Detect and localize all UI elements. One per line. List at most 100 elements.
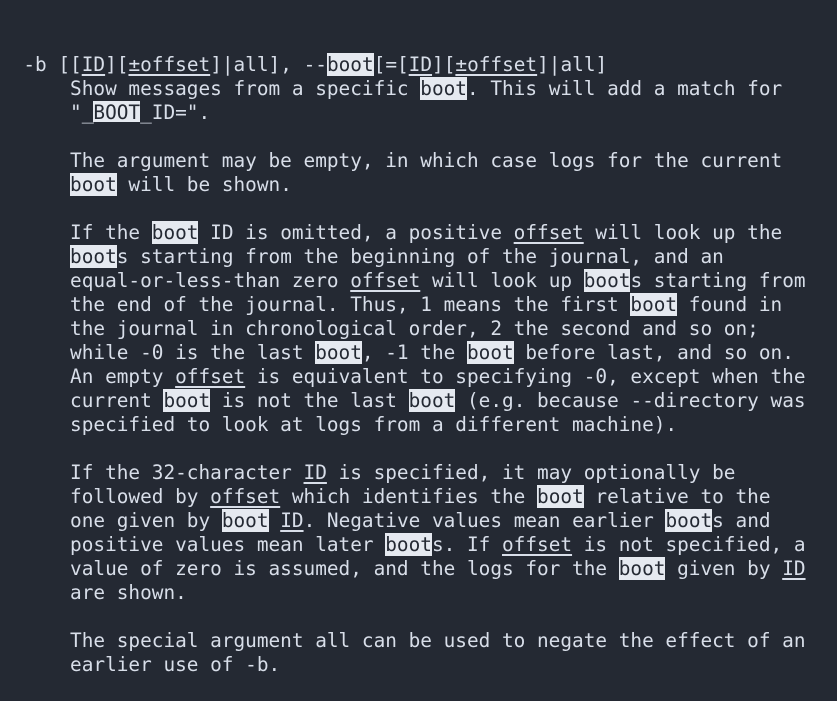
search-match: boot <box>70 245 117 268</box>
search-match: BOOT <box>93 101 141 124</box>
text-line <box>0 125 837 149</box>
text-segment: before last, and so on. <box>513 341 794 364</box>
text-line: The argument may be empty, in which case… <box>0 149 837 173</box>
underlined-term: offset <box>513 221 584 244</box>
text-segment: s starting from <box>630 269 806 292</box>
text-segment: is not the last <box>210 389 409 412</box>
text-segment: which identifies the <box>280 485 538 508</box>
text-segment: ]|all], -- <box>210 53 327 76</box>
man-page-text: -b [[ID][±offset]|all], --boot[=[ID][±of… <box>0 53 837 677</box>
text-segment: value of zero is assumed, and the logs f… <box>0 557 619 580</box>
search-match: boot <box>315 341 362 364</box>
text-line: positive values mean later boots. If off… <box>0 533 837 557</box>
text-segment: , -1 the <box>361 341 467 364</box>
text-segment: will look up the <box>583 221 783 244</box>
text-segment: _ID=". <box>140 101 211 124</box>
text-segment: The special argument all can be used to … <box>0 629 806 652</box>
search-match: boot <box>630 293 678 316</box>
text-segment: are shown. <box>0 581 187 604</box>
underlined-term: ±offset <box>455 53 538 76</box>
text-segment: ]|all] <box>537 53 608 76</box>
text-line: -b [[ID][±offset]|all], --boot[=[ID][±of… <box>0 53 837 77</box>
text-segment: will look up <box>420 269 584 292</box>
text-segment: [=[ <box>373 53 409 76</box>
text-line: An empty offset is equivalent to specify… <box>0 365 837 389</box>
search-match: boot <box>420 77 467 100</box>
text-segment: The argument may be empty, in which case… <box>0 149 783 172</box>
underlined-term: offset <box>350 269 421 292</box>
underlined-term: ID <box>303 461 327 484</box>
text-segment: earlier use of -b. <box>0 653 281 676</box>
text-segment: ][ <box>105 53 129 76</box>
text-line: current boot is not the last boot (e.g. … <box>0 389 837 413</box>
search-match: boot <box>665 509 713 532</box>
text-segment: . This will add a match for <box>466 77 783 100</box>
text-line <box>0 437 837 461</box>
text-segment: while -0 is the last <box>0 341 316 364</box>
text-segment: found in <box>677 293 783 316</box>
terminal-window[interactable]: -b [[ID][±offset]|all], --boot[=[ID][±of… <box>0 0 837 676</box>
text-line: one given by boot ID. Negative values me… <box>0 509 837 533</box>
text-line: while -0 is the last boot, -1 the boot b… <box>0 341 837 365</box>
text-line: the end of the journal. Thus, 1 means th… <box>0 293 837 317</box>
text-line: If the boot ID is omitted, a positive of… <box>0 221 837 245</box>
text-segment: s starting from the beginning of the jou… <box>116 245 724 268</box>
text-segment: ][ <box>432 53 456 76</box>
text-segment: the end of the journal. Thus, 1 means th… <box>0 293 631 316</box>
underlined-term: ID <box>280 509 304 532</box>
underlined-term: offset <box>175 365 246 388</box>
text-line <box>0 605 837 629</box>
text-line <box>0 197 837 221</box>
search-match: boot <box>326 53 374 76</box>
text-segment: (e.g. because --directory was <box>455 389 806 412</box>
underlined-term: ID <box>782 557 806 580</box>
text-segment <box>269 509 281 532</box>
text-segment: will be shown. <box>116 173 292 196</box>
search-match: boot <box>466 341 514 364</box>
text-segment: is specified, it may optionally be <box>326 461 736 484</box>
underlined-term: ±offset <box>128 53 211 76</box>
text-segment: s. If <box>431 533 502 556</box>
text-segment: is equivalent to specifying -0, except w… <box>245 365 806 388</box>
search-match: boot <box>618 557 666 580</box>
text-line: followed by offset which identifies the … <box>0 485 837 509</box>
text-segment: equal-or-less-than zero <box>0 269 351 292</box>
search-match: boot <box>151 221 199 244</box>
text-segment: followed by <box>0 485 211 508</box>
search-match: boot <box>163 389 211 412</box>
text-segment: given by <box>665 557 783 580</box>
underlined-term: offset <box>502 533 573 556</box>
text-line: equal-or-less-than zero offset will look… <box>0 269 837 293</box>
text-line: boot will be shown. <box>0 173 837 197</box>
text-line: the journal in chronological order, 2 th… <box>0 317 837 341</box>
text-line: specified to look at logs from a differe… <box>0 413 837 437</box>
search-match: boot <box>385 533 432 556</box>
text-line: Show messages from a specific boot. This… <box>0 77 837 101</box>
text-segment: one given by <box>0 509 222 532</box>
underlined-term: offset <box>210 485 281 508</box>
text-segment: specified to look at logs from a differe… <box>0 413 678 436</box>
text-line: are shown. <box>0 581 837 605</box>
search-match: boot <box>70 173 117 196</box>
text-segment: is not specified, a <box>572 533 806 556</box>
text-segment: An empty <box>0 365 176 388</box>
text-segment: Show messages from a specific <box>0 77 421 100</box>
text-line: "_BOOT_ID=". <box>0 101 837 125</box>
search-match: boot <box>537 485 584 508</box>
text-segment: current <box>0 389 164 412</box>
text-segment <box>0 245 70 268</box>
underlined-term: ID <box>408 53 433 76</box>
text-segment: -b [[ <box>0 53 82 76</box>
text-segment: . Negative values mean earlier <box>303 509 666 532</box>
text-segment: relative to the <box>583 485 771 508</box>
text-line: If the 32-character ID is specified, it … <box>0 461 837 485</box>
search-match: boot <box>221 509 269 532</box>
underlined-term: ID <box>81 53 106 76</box>
text-segment: If the 32-character <box>0 461 304 484</box>
text-segment: ID is omitted, a positive <box>198 221 514 244</box>
text-segment: s and <box>712 509 771 532</box>
search-match: boot <box>408 389 456 412</box>
text-line: boots starting from the beginning of the… <box>0 245 837 269</box>
text-segment: positive values mean later <box>0 533 386 556</box>
text-line: value of zero is assumed, and the logs f… <box>0 557 837 581</box>
